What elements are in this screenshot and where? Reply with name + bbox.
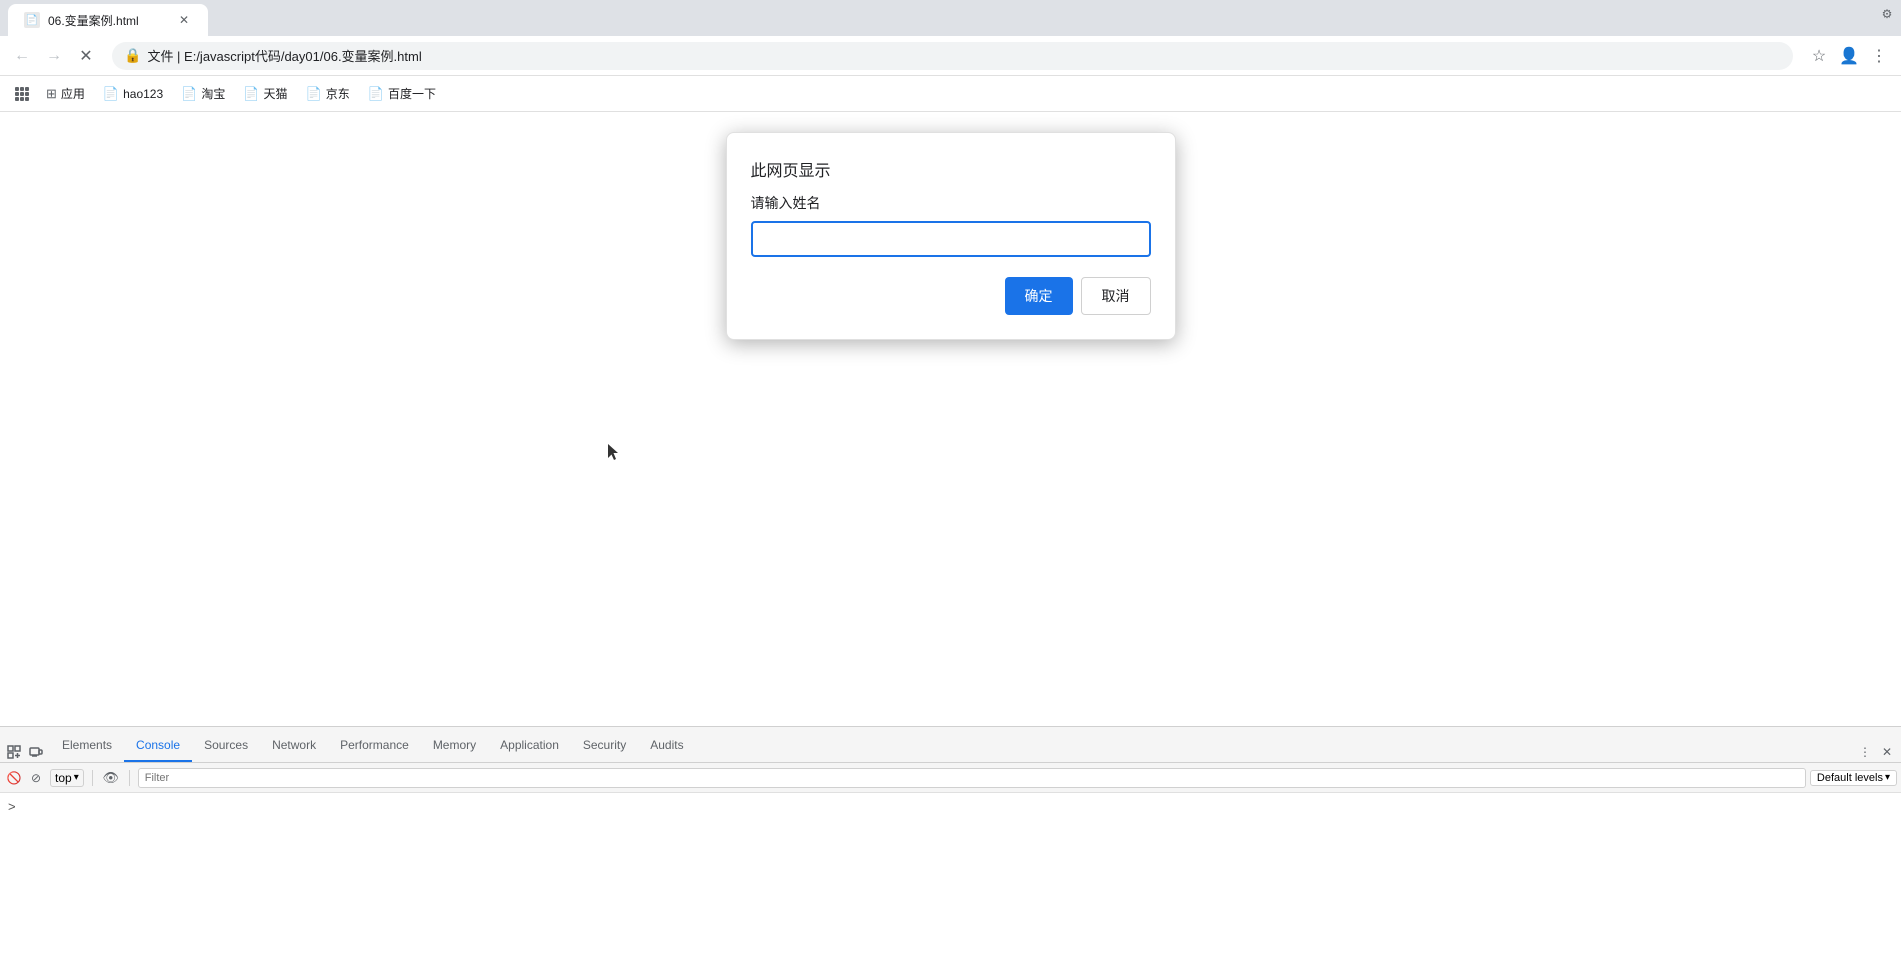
devtools-tab-security[interactable]: Security (571, 730, 638, 762)
bookmark-jd[interactable]: 📄 京东 (298, 81, 358, 106)
devtools-separator (92, 770, 93, 786)
tab-title: 06.变量案例.html (48, 12, 168, 29)
browser-frame: 📄 06.变量案例.html ✕ ← → ✕ 🔒 文件 | E:/javascr… (0, 0, 1901, 956)
devtools-clear-button[interactable]: 🚫 (4, 768, 24, 788)
devtools-prompt-row: > (0, 797, 1901, 816)
devtools-settings-area: ⚙ (1877, 4, 1897, 24)
forward-button[interactable]: → (40, 42, 68, 70)
devtools-no-errors-button[interactable]: ⊘ (26, 768, 46, 788)
bookmark-apps-icon: ⊞ (46, 86, 57, 102)
dialog-overlay: 此网页显示 请输入姓名 确定 取消 (0, 112, 1901, 726)
devtools-console-settings-button[interactable]: ⚙ (1877, 4, 1897, 24)
devtools-eye-button[interactable]: 👁 (101, 768, 121, 788)
devtools-prompt-icon: > (8, 799, 16, 814)
tab-bar: 📄 06.变量案例.html ✕ (0, 0, 1901, 36)
dialog: 此网页显示 请输入姓名 确定 取消 (726, 132, 1176, 340)
dialog-buttons: 确定 取消 (751, 277, 1151, 315)
devtools-frame-label: top (55, 771, 72, 785)
bookmark-apps-label: 应用 (61, 85, 85, 102)
devtools-default-levels-label: Default levels (1817, 772, 1883, 784)
dialog-input[interactable] (751, 221, 1151, 257)
cancel-button[interactable]: 取消 (1081, 277, 1151, 315)
devtools-panel: Elements Console Sources Network Perform… (0, 726, 1901, 956)
confirm-button[interactable]: 确定 (1005, 277, 1073, 315)
devtools-left-icons: 🚫 ⊘ (4, 768, 46, 788)
back-button[interactable]: ← (8, 42, 36, 70)
apps-button[interactable] (8, 80, 36, 108)
devtools-console-toolbar: 🚫 ⊘ top ▾ 👁 Default levels ▾ ⚙ (0, 763, 1901, 793)
bookmark-baidu-label: 百度一下 (388, 85, 436, 102)
browser-toolbar: ← → ✕ 🔒 文件 | E:/javascript代码/day01/06.变量… (0, 36, 1901, 76)
bookmarks-bar: ⊞ 应用 📄 hao123 📄 淘宝 📄 天猫 📄 京东 📄 百度一下 (0, 76, 1901, 112)
menu-button[interactable]: ⋮ (1865, 42, 1893, 70)
devtools-tab-performance[interactable]: Performance (328, 730, 421, 762)
bookmark-hao123-icon: 📄 (103, 86, 119, 102)
bookmark-taobao-label: 淘宝 (201, 85, 225, 102)
bookmark-tianmao-icon: 📄 (243, 86, 259, 102)
active-tab[interactable]: 📄 06.变量案例.html ✕ (8, 4, 208, 36)
devtools-top-right: ⋮ ✕ (1855, 742, 1897, 762)
devtools-tab-sources[interactable]: Sources (192, 730, 260, 762)
bookmark-apps[interactable]: ⊞ 应用 (38, 81, 93, 106)
devtools-separator-2 (129, 770, 130, 786)
devtools-default-levels[interactable]: Default levels ▾ (1810, 770, 1897, 786)
tab-favicon: 📄 (24, 12, 40, 28)
devtools-tab-network[interactable]: Network (260, 730, 328, 762)
bookmark-taobao[interactable]: 📄 淘宝 (173, 81, 233, 106)
bookmark-button[interactable]: ☆ (1805, 42, 1833, 70)
address-bar[interactable]: 🔒 文件 | E:/javascript代码/day01/06.变量案例.htm… (112, 42, 1793, 70)
devtools-filter-input[interactable] (138, 768, 1806, 788)
reload-button[interactable]: ✕ (72, 42, 100, 70)
dialog-title: 此网页显示 (751, 157, 1151, 181)
bookmark-hao123-label: hao123 (123, 87, 163, 101)
devtools-tab-audits[interactable]: Audits (638, 730, 695, 762)
devtools-tab-console[interactable]: Console (124, 730, 192, 762)
devtools-more-button[interactable]: ⋮ (1855, 742, 1875, 762)
devtools-tab-bar: Elements Console Sources Network Perform… (0, 727, 1901, 763)
bookmark-baidu-icon: 📄 (368, 86, 384, 102)
profile-button[interactable]: 👤 (1835, 42, 1863, 70)
devtools-close-button[interactable]: ✕ (1877, 742, 1897, 762)
devtools-frame-selector[interactable]: top ▾ (50, 769, 84, 787)
address-text: 文件 | E:/javascript代码/day01/06.变量案例.html (147, 46, 421, 65)
devtools-levels-dropdown-icon: ▾ (1885, 772, 1890, 783)
bookmark-tianmao[interactable]: 📄 天猫 (235, 81, 295, 106)
bookmark-taobao-icon: 📄 (181, 86, 197, 102)
bookmark-jd-icon: 📄 (306, 86, 322, 102)
devtools-frame-dropdown-icon: ▾ (74, 772, 79, 783)
bookmark-tianmao-label: 天猫 (264, 85, 288, 102)
security-icon: 🔒 (124, 47, 141, 64)
bookmark-hao123[interactable]: 📄 hao123 (95, 82, 171, 106)
devtools-device-button[interactable] (26, 742, 46, 762)
devtools-tab-application[interactable]: Application (488, 730, 571, 762)
toolbar-right-actions: ☆ 👤 ⋮ (1805, 42, 1893, 70)
dialog-label: 请输入姓名 (751, 193, 1151, 213)
devtools-tab-elements[interactable]: Elements (50, 730, 124, 762)
page-content: 此网页显示 请输入姓名 确定 取消 (0, 112, 1901, 726)
bookmark-jd-label: 京东 (326, 85, 350, 102)
devtools-tab-memory[interactable]: Memory (421, 730, 488, 762)
devtools-inspect-button[interactable] (4, 742, 24, 762)
bookmark-baidu[interactable]: 📄 百度一下 (360, 81, 444, 106)
tab-close-button[interactable]: ✕ (176, 12, 192, 28)
devtools-console-content: > (0, 793, 1901, 956)
